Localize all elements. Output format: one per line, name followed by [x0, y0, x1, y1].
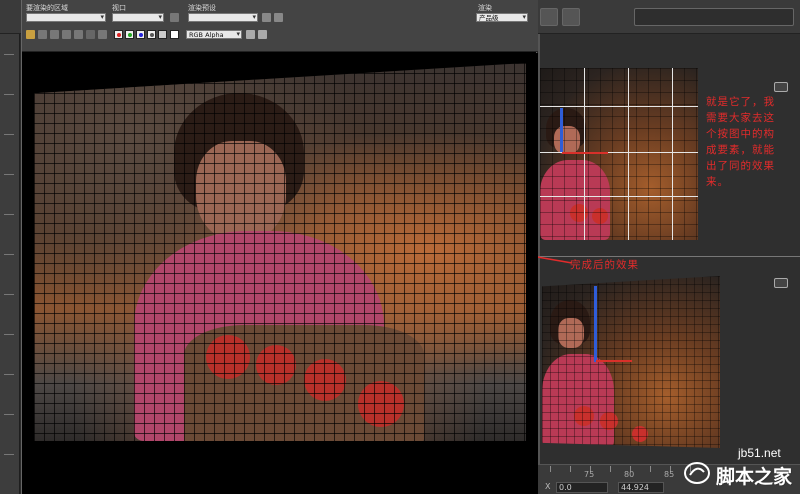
toggle-overlay-icon[interactable] — [258, 30, 267, 39]
preset-settings-icon[interactable] — [274, 13, 283, 22]
print-icon[interactable] — [86, 30, 95, 39]
viewport-select[interactable] — [112, 13, 164, 22]
red-channel-toggle[interactable] — [114, 30, 123, 39]
green-channel-toggle[interactable] — [125, 30, 134, 39]
edit-region-icon[interactable] — [26, 30, 35, 39]
watermark-url: jb51.net — [738, 446, 781, 460]
x-axis-gizmo[interactable] — [562, 152, 608, 154]
ruler-tick-label: 85 — [664, 470, 675, 479]
render-canvas[interactable] — [22, 53, 538, 494]
save-image-icon[interactable] — [50, 30, 59, 39]
alpha-channel-toggle[interactable] — [147, 30, 156, 39]
annotation-arrow-label: 完成后的效果 — [570, 259, 639, 271]
viewport-cube-icon[interactable] — [774, 82, 788, 92]
clone-window-icon[interactable] — [74, 30, 83, 39]
viewport-cube-icon[interactable] — [774, 278, 788, 288]
coord-y-field[interactable]: 44.924 — [618, 482, 664, 493]
blue-channel-toggle[interactable] — [136, 30, 145, 39]
monochrome-toggle[interactable] — [158, 30, 167, 39]
toolbar-button[interactable] — [540, 8, 558, 26]
lock-icon[interactable] — [170, 13, 179, 22]
clear-icon[interactable] — [98, 30, 107, 39]
toggle-ui-icon[interactable] — [246, 30, 255, 39]
render-frame-window[interactable]: 要渲染的区域 视口 渲染预设 渲染 产品级 RGB Alpha — [21, 0, 538, 494]
annotation-note: 就是它了，我需要大家去这个按图中的构成要素，就能出了同的效果来。 — [706, 96, 775, 188]
teapot-render-icon[interactable] — [562, 8, 580, 26]
copy-image-icon[interactable] — [62, 30, 71, 39]
rendered-mosaic-image — [34, 63, 526, 441]
render-window-toolbar: 要渲染的区域 视口 渲染预设 渲染 产品级 RGB Alpha — [22, 0, 538, 52]
viewport-preview-top[interactable] — [540, 68, 698, 240]
render-button-label: 渲染 — [478, 4, 492, 12]
z-axis-gizmo[interactable] — [560, 108, 563, 152]
toolbar-button[interactable] — [634, 8, 794, 26]
coord-x-label: X — [545, 482, 551, 491]
channel-display-select[interactable]: RGB Alpha — [186, 30, 242, 39]
render-preset-select[interactable] — [188, 13, 258, 22]
ruler-tick-label: 75 — [584, 470, 595, 479]
ruler-tick-label: 80 — [624, 470, 635, 479]
area-to-render-label: 要渲染的区域 — [26, 4, 68, 12]
watermark: jb51.net 脚本之家 — [680, 438, 798, 492]
viewport-preview-bottom[interactable] — [542, 276, 720, 448]
z-axis-gizmo[interactable] — [594, 286, 597, 362]
swatch-color[interactable] — [170, 30, 179, 39]
auto-region-icon[interactable] — [38, 30, 47, 39]
coord-x-field[interactable]: 0.0 — [556, 482, 608, 493]
render-preset-label: 渲染预设 — [188, 4, 216, 12]
site-logo-icon — [684, 462, 710, 484]
production-select[interactable]: 产品级 — [476, 13, 528, 22]
preset-save-icon[interactable] — [262, 13, 271, 22]
watermark-name: 脚本之家 — [716, 466, 793, 488]
left-command-strip — [0, 34, 20, 494]
x-axis-gizmo[interactable] — [596, 360, 632, 362]
area-to-render-select[interactable] — [26, 13, 106, 22]
viewport-label: 视口 — [112, 4, 126, 12]
